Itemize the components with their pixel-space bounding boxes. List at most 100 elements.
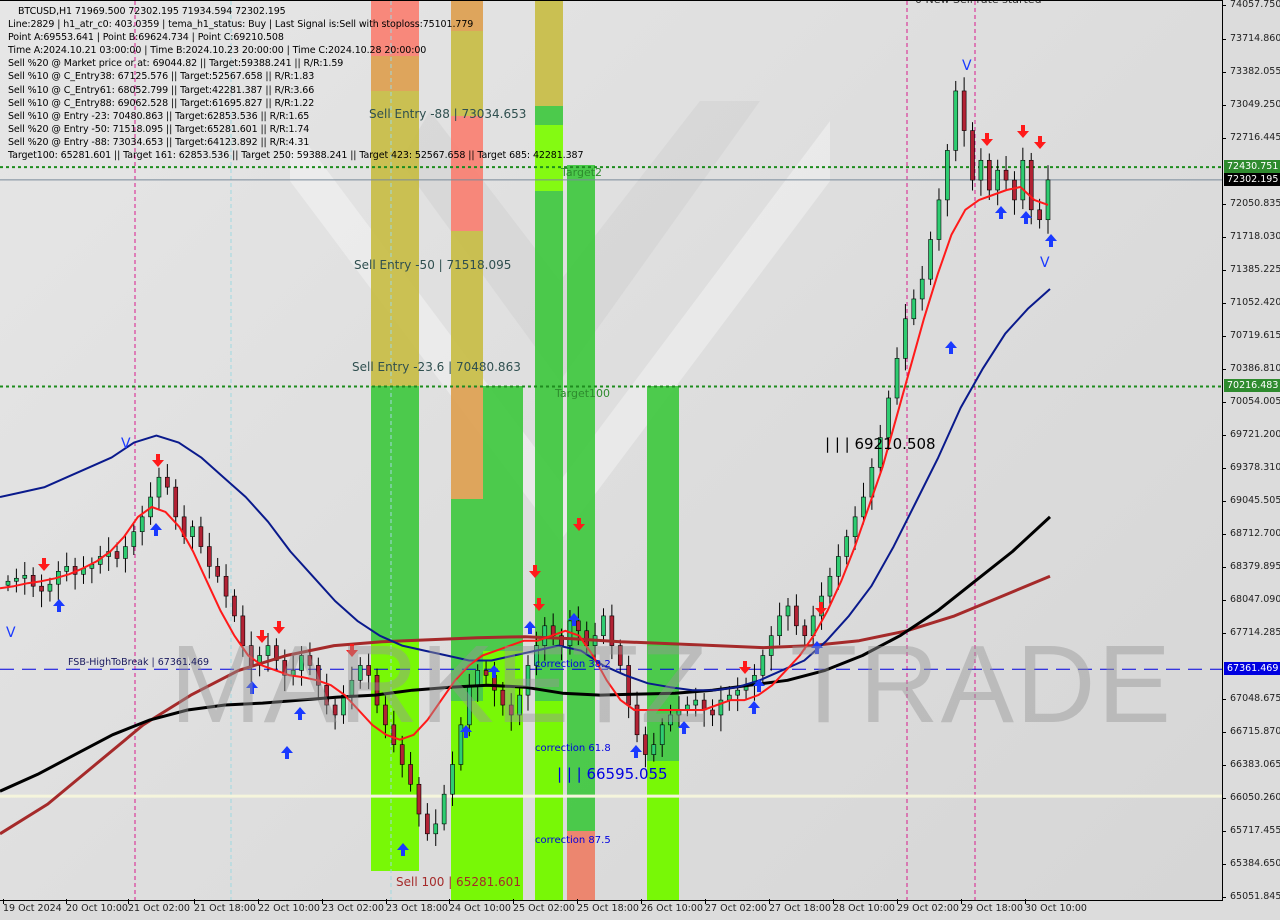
candle-bull xyxy=(911,298,917,320)
sell-entry-88-label: Sell Entry -88 | 73034.653 xyxy=(369,107,527,121)
symbol-ohlc: BTCUSD,H1 71969.500 72302.195 71934.594 … xyxy=(18,6,286,17)
x-tick-label: 29 Oct 02:00 xyxy=(897,903,959,914)
candle-bull xyxy=(852,516,858,537)
candle-bear xyxy=(198,526,204,547)
x-tick-label: 20 Oct 10:00 xyxy=(66,903,128,914)
info-line: Time A:2024.10.21 03:00:00 | Time B:2024… xyxy=(8,45,427,57)
candle-bull xyxy=(886,397,891,438)
x-tick-mark xyxy=(194,899,195,904)
candle-bull xyxy=(14,577,19,582)
x-tick-label: 25 Oct 02:00 xyxy=(513,903,575,914)
fsb-label: FSB-HighToBreak | 67361.469 xyxy=(68,657,210,668)
candle-bull xyxy=(123,546,128,559)
x-tick-label: 27 Oct 02:00 xyxy=(705,903,767,914)
candle-bull xyxy=(785,605,791,617)
info-line: Target100: 65281.601 || Target 161: 6285… xyxy=(8,150,584,161)
x-tick-mark xyxy=(641,899,642,904)
y-tick-mark xyxy=(1222,633,1226,635)
y-tick-label: 70054.005 xyxy=(1230,395,1280,407)
y-tick-mark xyxy=(1222,368,1226,370)
sell-100-label: Sell 100 | 65281.601 xyxy=(396,875,521,889)
candle-bull xyxy=(844,536,850,557)
buy-arrow-icon xyxy=(945,341,957,354)
info-line: Sell %10 @ Entry -23: 70480.863 || Targe… xyxy=(8,110,310,122)
x-tick-mark xyxy=(769,899,770,904)
candle-bear xyxy=(114,551,120,559)
x-tick-label: 19 Oct 2024 xyxy=(3,903,62,914)
candle-bull xyxy=(928,239,933,280)
x-tick-label: 25 Oct 18:00 xyxy=(577,903,639,914)
info-line: Line:2829 | h1_atr_c0: 403.0359 | tema_h… xyxy=(8,19,474,30)
candle-bull xyxy=(156,476,162,498)
y-tick-label: 66715.870 xyxy=(1230,726,1280,738)
candle-bull xyxy=(47,583,53,592)
candle-bear xyxy=(223,575,229,597)
x-tick-label: 29 Oct 18:00 xyxy=(961,903,1023,914)
y-tick-mark xyxy=(1222,335,1226,337)
zone-rect xyxy=(451,31,483,116)
x-tick-mark xyxy=(833,899,834,904)
candle-bear xyxy=(232,595,237,617)
v-marker: V xyxy=(121,436,131,452)
candle-bull xyxy=(768,635,774,656)
x-tick-mark xyxy=(449,899,450,904)
y-tick-mark xyxy=(1222,864,1226,866)
candle-bear xyxy=(173,486,179,518)
v-marker: V xyxy=(962,58,972,74)
sell-arrow-icon xyxy=(1017,125,1029,138)
target2-label: Target2 xyxy=(561,166,603,179)
y-tick-mark xyxy=(1222,5,1226,6)
y-tick-mark xyxy=(1222,534,1226,536)
candle-bull xyxy=(190,526,195,537)
candle-bear xyxy=(215,566,220,577)
y-tick-label: 72716.445 xyxy=(1230,131,1280,143)
y-tick-mark xyxy=(1222,897,1226,898)
y-tick-label: 68047.090 xyxy=(1230,594,1280,606)
y-tick-mark xyxy=(1222,699,1226,701)
x-tick-label: 21 Oct 18:00 xyxy=(194,903,256,914)
price-badge: 72302.195 xyxy=(1224,172,1280,186)
y-tick-mark xyxy=(1222,38,1226,40)
x-tick-label: 23 Oct 02:00 xyxy=(322,903,384,914)
candle-bear xyxy=(416,783,422,815)
x-tick-label: 27 Oct 18:00 xyxy=(769,903,831,914)
y-tick-label: 73049.250 xyxy=(1230,98,1280,110)
y-tick-mark xyxy=(1222,269,1226,271)
x-tick-label: 23 Oct 18:00 xyxy=(386,903,448,914)
y-tick-label: 70719.615 xyxy=(1230,329,1280,341)
y-tick-label: 65717.455 xyxy=(1230,825,1280,837)
x-tick-label: 24 Oct 10:00 xyxy=(449,903,511,914)
buy-arrow-icon xyxy=(748,701,760,714)
y-tick-label: 66050.260 xyxy=(1230,792,1280,804)
candle-bull xyxy=(903,318,908,359)
y-tick-label: 69721.200 xyxy=(1230,428,1280,440)
candle-bull xyxy=(945,150,950,201)
x-tick-label: 28 Oct 10:00 xyxy=(833,903,895,914)
sell-arrow-icon xyxy=(152,454,164,467)
y-tick-mark xyxy=(1222,137,1226,139)
chart-area[interactable]: V V V V MARKETZ TRADE BTCUSD,H1 71969.500 7… xyxy=(0,0,1223,901)
candle-bull xyxy=(760,655,766,676)
buy-arrow-icon xyxy=(1020,211,1032,224)
info-line: Sell %20 @ Entry -88: 73034.653 || Targe… xyxy=(8,136,310,148)
sell-arrow-icon xyxy=(981,133,993,146)
candle-bull xyxy=(836,556,841,577)
candle-bear xyxy=(30,574,36,587)
candle-bull xyxy=(936,199,942,240)
y-tick-mark xyxy=(1222,71,1226,73)
candle-bull xyxy=(978,159,984,181)
candle-bear xyxy=(39,585,44,592)
x-tick-label: 26 Oct 10:00 xyxy=(641,903,703,914)
candle-bear xyxy=(1028,159,1034,211)
watermark-left: MARKETZ xyxy=(170,623,710,746)
x-tick-mark xyxy=(66,899,67,904)
candle-bull xyxy=(450,764,455,795)
candle-bull xyxy=(441,793,447,825)
info-line: Sell %10 @ C_Entry61: 68052.799 || Targe… xyxy=(8,84,315,96)
candle-bull xyxy=(953,90,959,151)
buy-arrow-icon xyxy=(53,599,65,612)
candle-bull xyxy=(777,615,782,637)
candle-bear xyxy=(165,476,170,488)
y-tick-label: 70386.810 xyxy=(1230,362,1280,374)
x-tick-label: 21 Oct 02:00 xyxy=(128,903,190,914)
